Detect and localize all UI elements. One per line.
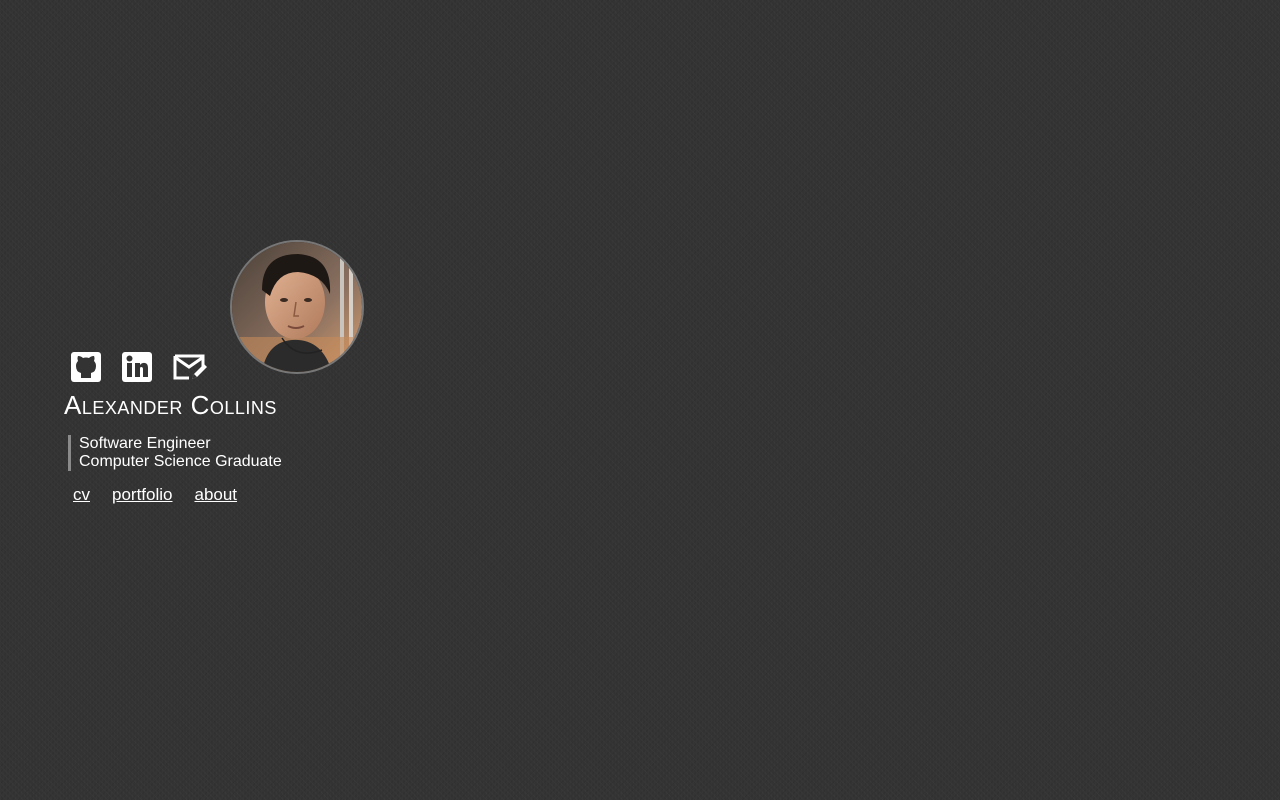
profile-photo <box>232 242 362 372</box>
nav-link-about[interactable]: about <box>194 485 237 505</box>
github-icon[interactable] <box>70 351 102 383</box>
tagline-role: Software Engineer <box>79 435 211 452</box>
tagline-education: Computer Science Graduate <box>79 453 282 470</box>
nav-link-cv[interactable]: cv <box>73 485 90 505</box>
social-icons <box>70 351 223 383</box>
profile-card: Alexander Collins Software Engineer Comp… <box>64 240 384 520</box>
profile-name: Alexander Collins <box>64 390 277 420</box>
tagline: Software Engineer Computer Science Gradu… <box>68 435 282 471</box>
avatar <box>230 240 364 374</box>
linkedin-icon[interactable] <box>121 351 153 383</box>
email-icon[interactable] <box>172 351 207 383</box>
nav-links: cv portfolio about <box>73 485 259 505</box>
nav-link-portfolio[interactable]: portfolio <box>112 485 172 505</box>
